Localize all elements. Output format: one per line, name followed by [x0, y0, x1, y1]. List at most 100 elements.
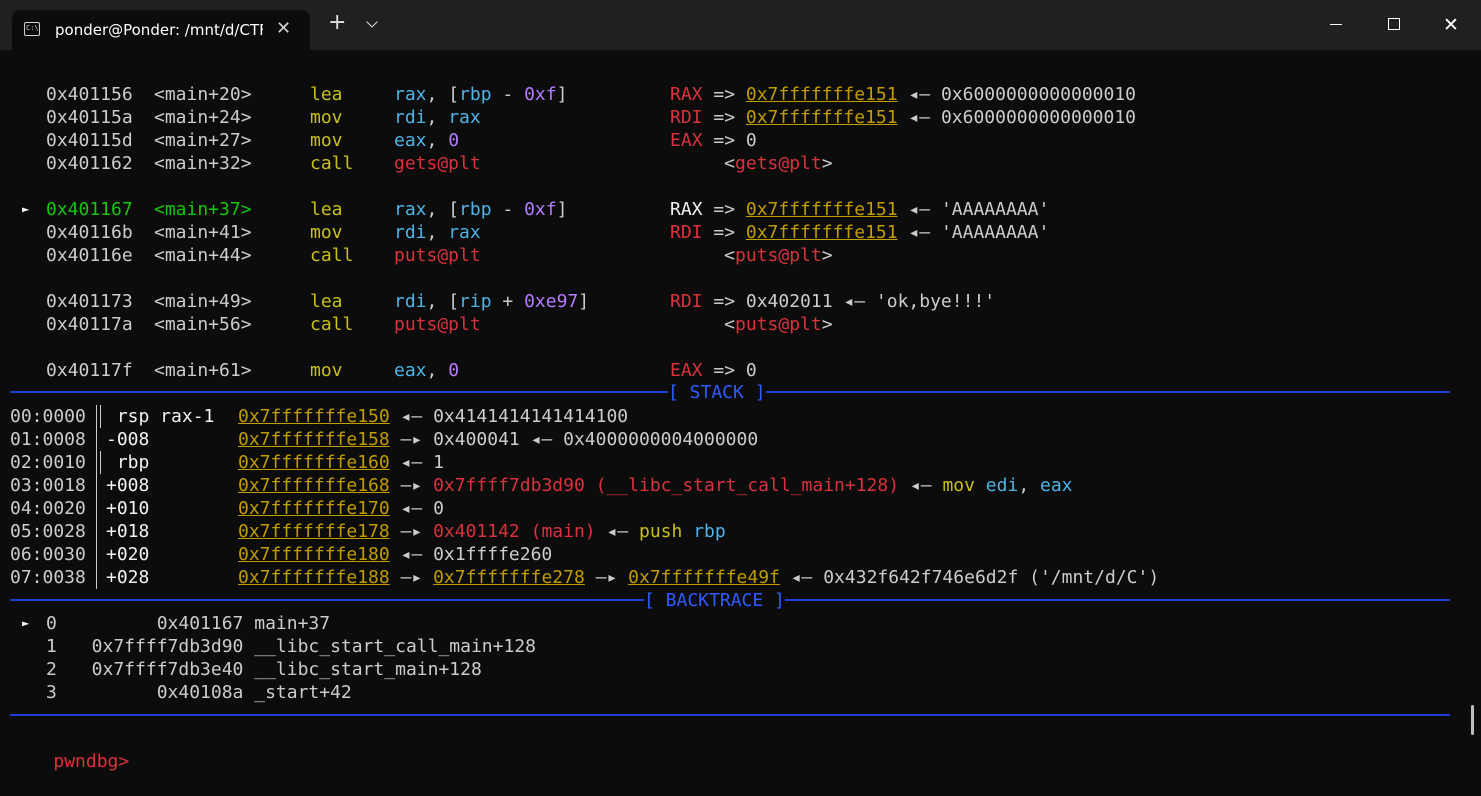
operand-token: eax [394, 360, 427, 381]
instruction-address: 0x40117f [46, 359, 133, 382]
frame-location: 0x7ffff7db3d90 __libc_start_call_main+12… [70, 635, 536, 658]
title-bar: C:\ ponder@Ponder: /mnt/d/CTF: ✕ + ✕ [0, 0, 1481, 50]
mnemonic-text: mov [310, 107, 343, 128]
stack-index: 03:0018 [10, 474, 86, 497]
instruction-operands: eax, 0 [394, 359, 459, 382]
comment-token: 0x7fffffffe151 [745, 84, 898, 105]
column-divider [96, 405, 97, 428]
operand-token: , [ [426, 291, 460, 312]
frame-location-text: 0x401167 main+37 [70, 613, 331, 634]
address-text: 0x40116e [46, 245, 133, 266]
symbol-text: <main+27> [154, 130, 252, 151]
scrollbar[interactable] [1471, 705, 1474, 735]
operand-token: rax [448, 107, 481, 128]
close-tab-icon[interactable]: ✕ [276, 18, 291, 39]
instruction-mnemonic: mov [310, 221, 343, 244]
comment-token: > [821, 245, 833, 266]
column-divider [96, 497, 97, 520]
operand-token: + [491, 291, 525, 312]
stack-token: , [1018, 475, 1040, 496]
frame-number: 3 [46, 681, 57, 704]
stack-index: 06:0030 [10, 543, 86, 566]
frame-number: 0 [46, 612, 57, 635]
comment-token: > [821, 153, 833, 174]
comment-token: < [670, 153, 736, 174]
instruction-comment: RDI => 0x7fffffffe151 ◂— 'AAAAAAAA' [670, 221, 1049, 244]
maximize-button[interactable] [1371, 0, 1417, 50]
minimize-button[interactable] [1314, 0, 1360, 50]
stack-offset: +018 [106, 520, 225, 543]
stack-token: eax [1040, 475, 1073, 496]
stack-value: 0x7fffffffe188 —▸ 0x7fffffffe278 —▸ 0x7f… [238, 566, 1159, 589]
stack-token: edi [985, 475, 1019, 496]
symbol-text: <main+56> [154, 314, 252, 335]
frame-location: 0x40108a _start+42 [70, 681, 352, 704]
comment-token: => [702, 222, 746, 243]
stack-offset: rbp [106, 451, 225, 474]
instruction-symbol: <main+61> [154, 359, 252, 382]
frame-number: 2 [46, 658, 57, 681]
instruction-operands: eax, 0 [394, 129, 459, 152]
stack-index: 04:0020 [10, 497, 86, 520]
frame-number-text: 0 [46, 613, 57, 634]
close-window-button[interactable]: ✕ [1428, 0, 1474, 50]
comment-token: EAX [670, 360, 703, 381]
instruction-address: 0x401173 [46, 290, 133, 313]
operand-token: rdi [394, 222, 427, 243]
comment-token: ◂— 'AAAAAAAA' [897, 199, 1050, 220]
comment-token: RAX [670, 199, 703, 220]
stack-token: —▸ [389, 521, 434, 542]
instruction-mnemonic: lea [310, 198, 343, 221]
comment-token: 0x7fffffffe151 [745, 107, 898, 128]
operand-token: puts@plt [394, 314, 481, 335]
stack-token: 0x7fffffffe188 [238, 567, 390, 588]
symbol-text: <main+20> [154, 84, 252, 105]
instruction-mnemonic: lea [310, 290, 343, 313]
address-text: 0x40117f [46, 360, 133, 381]
instruction-address: 0x40115d [46, 129, 133, 152]
operand-token: , [426, 130, 449, 151]
command-prompt[interactable]: pwndbg> [10, 727, 129, 772]
symbol-text: <main+41> [154, 222, 252, 243]
frame-number: 1 [46, 635, 57, 658]
stack-offset: -008 [106, 428, 225, 451]
instruction-symbol: <main+49> [154, 290, 252, 313]
instruction-mnemonic: mov [310, 129, 343, 152]
symbol-text: <main+37> [154, 199, 252, 220]
stack-offset-text: +010 [106, 498, 226, 519]
instruction-comment: RDI => 0x402011 ◂— 'ok,bye!!!' [670, 290, 995, 313]
stack-token: ◂— [595, 521, 639, 542]
frame-location-text: 0x40108a _start+42 [70, 682, 352, 703]
stack-token: ◂— [899, 475, 943, 496]
instruction-operands: rdi, rax [394, 221, 481, 244]
frame-marker: ► [22, 612, 29, 635]
comment-token: 0x7fffffffe151 [745, 222, 898, 243]
prompt-text: pwndbg> [53, 751, 130, 772]
mnemonic-text: mov [310, 222, 343, 243]
comment-token: puts@plt [735, 314, 822, 335]
operand-token: rbp [459, 84, 492, 105]
symbol-text: <main+44> [154, 245, 252, 266]
terminal-output[interactable]: 0x401156 <main+20> lea rax, [rbp - 0xf] RAX … [0, 50, 1481, 772]
minimize-icon [1330, 24, 1342, 25]
operand-token: 0xf [524, 84, 557, 105]
instruction-symbol: <main+20> [154, 83, 252, 106]
stack-index: 00:0000 [10, 405, 86, 428]
instruction-address: 0x40116e [46, 244, 133, 267]
chevron-down-icon[interactable] [366, 16, 378, 28]
new-tab-button[interactable]: + [328, 12, 346, 34]
terminal-tab[interactable]: C:\ ponder@Ponder: /mnt/d/CTF: ✕ [12, 10, 310, 50]
frame-marker-glyph: ► [22, 616, 30, 630]
comment-token: => [702, 107, 746, 128]
instruction-operands: puts@plt [394, 313, 481, 336]
operand-token: puts@plt [394, 245, 481, 266]
symbol-text: <main+61> [154, 360, 252, 381]
stack-token: 0x7fffffffe49f [628, 567, 780, 588]
comment-token: RDI [670, 222, 703, 243]
symbol-text: <main+24> [154, 107, 252, 128]
instruction-comment: RAX => 0x7fffffffe151 ◂— 0x6000000000000… [670, 83, 1136, 106]
stack-value: 0x7fffffffe178 —▸ 0x401142 (main) ◂— pus… [238, 520, 726, 543]
stack-token: rbp [693, 521, 726, 542]
stack-token: push [639, 521, 694, 542]
comment-token: => [702, 199, 746, 220]
